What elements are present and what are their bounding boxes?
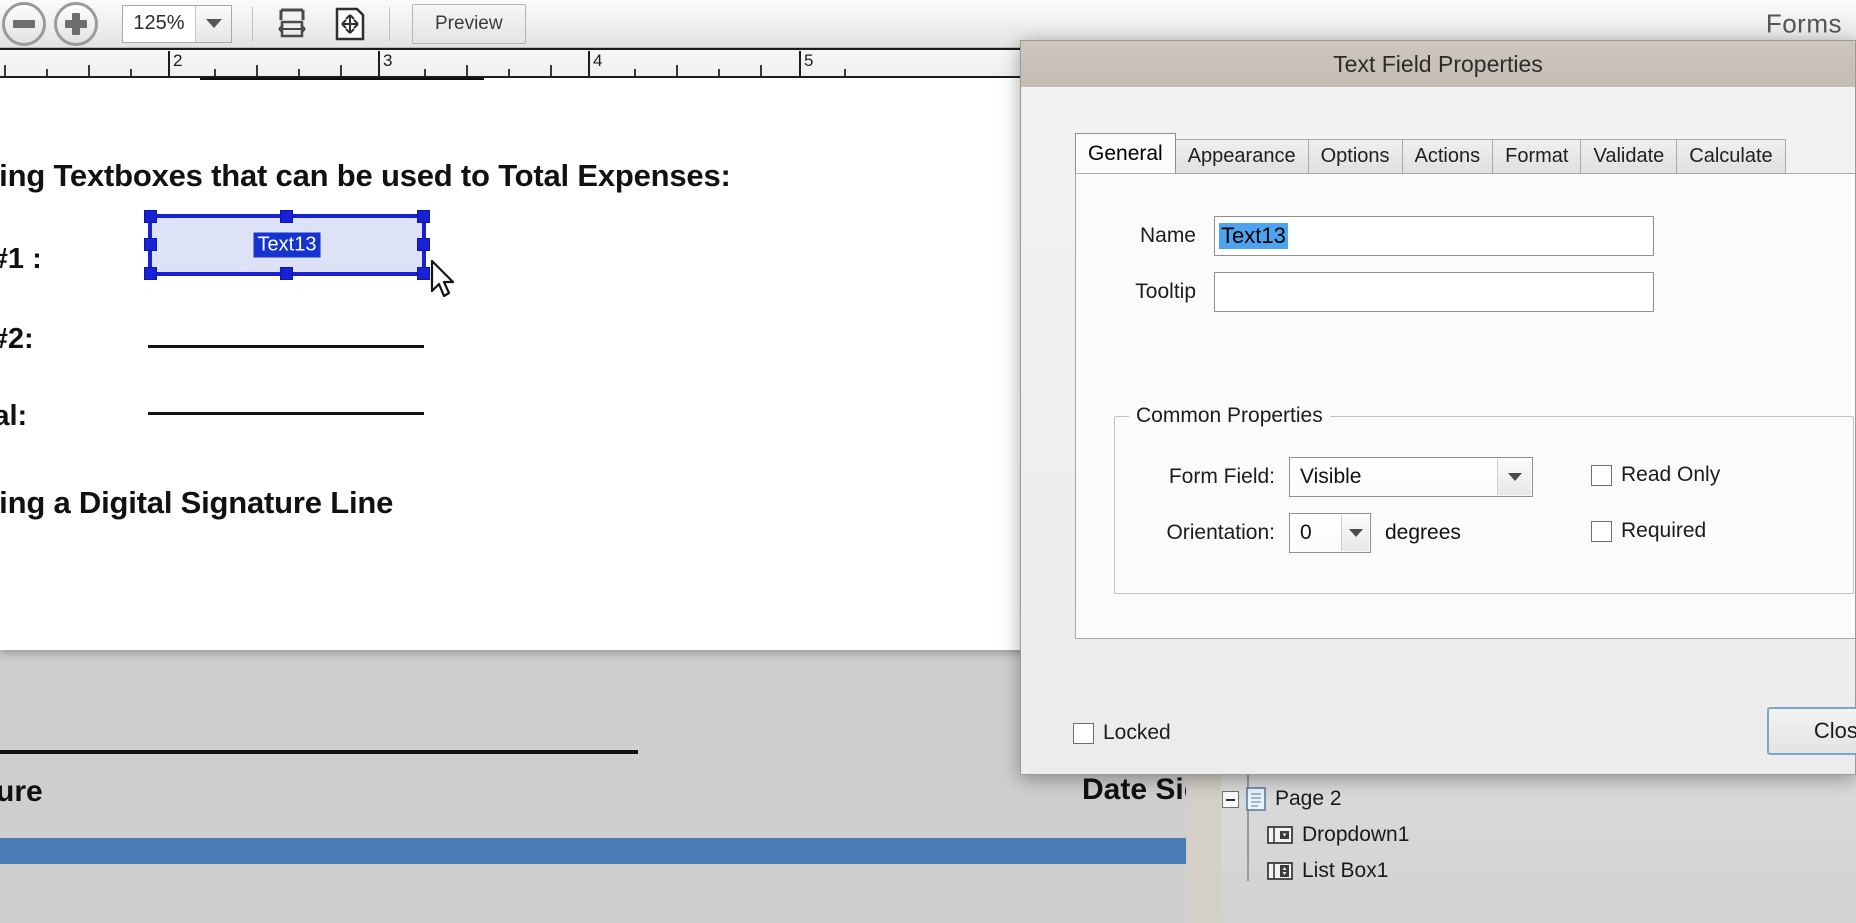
listbox-field-icon — [1266, 860, 1294, 882]
document-blank-line-total — [148, 412, 424, 415]
dialog-body: General Appearance Options Actions Forma… — [1021, 87, 1856, 774]
resize-handle-top-left[interactable] — [144, 210, 157, 223]
selected-text-field-name: Text13 — [253, 232, 321, 258]
tab-appearance[interactable]: Appearance — [1174, 139, 1309, 173]
required-checkbox-row[interactable]: Required — [1591, 519, 1706, 543]
tree-item-label: Dropdown1 — [1302, 823, 1410, 846]
tab-calculate[interactable]: Calculate — [1676, 139, 1786, 173]
required-checkbox[interactable] — [1591, 520, 1612, 542]
resize-handle-middle-right[interactable] — [417, 238, 430, 251]
read-only-checkbox[interactable] — [1591, 464, 1612, 486]
dialog-tabstrip: General Appearance Options Actions Forma… — [1075, 133, 1855, 173]
toolbar-divider-2 — [389, 6, 390, 41]
common-properties-title: Common Properties — [1129, 404, 1330, 428]
form-field-select[interactable]: Visible — [1289, 457, 1533, 497]
tab-format[interactable]: Format — [1492, 139, 1582, 173]
document-label-total: otal: — [0, 400, 28, 432]
resize-handle-bottom-right[interactable] — [417, 267, 430, 280]
tooltip-label: Tooltip — [1135, 280, 1196, 303]
fit-page-icon[interactable] — [331, 6, 369, 42]
read-only-checkbox-row[interactable]: Read Only — [1591, 463, 1720, 487]
chevron-down-icon — [205, 19, 222, 28]
tab-general[interactable]: General — [1075, 133, 1176, 173]
general-tab-panel: Name Text13 Tooltip Common Properties Fo… — [1075, 173, 1855, 639]
signature-line — [0, 750, 638, 754]
document-label-item-1: n #1 : — [0, 243, 42, 275]
ruler-number: 4 — [588, 51, 602, 77]
selected-text-field[interactable]: Text13 — [144, 210, 430, 280]
tooltip-input[interactable] — [1214, 272, 1654, 312]
tree-item-label: List Box1 — [1302, 859, 1389, 882]
ruler-number: 3 — [378, 51, 392, 77]
document-blank-line-2 — [148, 345, 424, 348]
application-window: 125% Preview Forms 2 3 4 5 ating Textbox… — [0, 0, 1856, 923]
toolbar-divider-1 — [252, 6, 253, 41]
resize-handle-bottom-center[interactable] — [280, 267, 293, 280]
tab-options[interactable]: Options — [1307, 139, 1403, 173]
locked-checkbox[interactable] — [1073, 722, 1094, 744]
preview-button[interactable]: Preview — [412, 3, 526, 44]
resize-handle-top-right[interactable] — [417, 210, 430, 223]
name-input-value: Text13 — [1219, 223, 1288, 249]
read-only-label: Read Only — [1621, 463, 1721, 486]
document-heading-expenses: ating Textboxes that can be used to Tota… — [0, 158, 731, 193]
zoom-dropdown-button[interactable] — [195, 5, 231, 42]
ruler-number: 2 — [168, 51, 182, 77]
dropdown-field-icon — [1266, 824, 1294, 846]
collapse-minus-icon[interactable] — [1222, 790, 1239, 808]
tree-item-listbox1[interactable]: List Box1 — [1186, 855, 1388, 887]
forms-mode-label: Forms — [1765, 8, 1842, 38]
text-field-properties-dialog[interactable]: Text Field Properties General Appearance… — [1020, 40, 1856, 775]
form-field-value: Visible — [1300, 465, 1362, 488]
tree-item-label: Page 2 — [1275, 787, 1342, 810]
name-label: Name — [1139, 224, 1196, 247]
tab-validate[interactable]: Validate — [1580, 139, 1678, 173]
close-button[interactable]: Close — [1767, 707, 1856, 755]
mouse-cursor-icon — [430, 259, 456, 300]
name-input[interactable]: Text13 — [1214, 216, 1654, 256]
tree-item-page-2[interactable]: Page 2 — [1186, 783, 1342, 815]
dialog-title: Text Field Properties — [1333, 50, 1543, 77]
required-label: Required — [1621, 519, 1707, 542]
common-properties-group: Common Properties Form Field: Visible Or… — [1114, 404, 1854, 594]
orientation-select[interactable]: 0 — [1289, 513, 1371, 553]
orientation-label: Orientation: — [1166, 521, 1275, 544]
zoom-level-value[interactable]: 125% — [123, 5, 195, 42]
page-icon — [1245, 786, 1267, 812]
horizontal-scrollbar[interactable] — [0, 838, 1186, 864]
document-label-item-2: n #2: — [0, 323, 34, 355]
resize-handle-middle-left[interactable] — [144, 238, 157, 251]
degrees-label: degrees — [1385, 521, 1461, 544]
locked-checkbox-row[interactable]: Locked — [1073, 721, 1171, 745]
signature-caption: ture — [0, 775, 43, 808]
dialog-titlebar[interactable]: Text Field Properties — [1021, 41, 1855, 87]
zoom-out-icon[interactable] — [2, 1, 46, 46]
locked-label: Locked — [1103, 721, 1171, 744]
ruler-number: 5 — [799, 51, 813, 77]
tree-item-dropdown1[interactable]: Dropdown1 — [1186, 819, 1409, 851]
chevron-down-icon — [1348, 529, 1363, 537]
tab-actions[interactable]: Actions — [1401, 139, 1494, 173]
form-field-dropdown-button[interactable] — [1497, 459, 1531, 495]
document-heading-signature: ating a Digital Signature Line — [0, 485, 394, 520]
resize-handle-bottom-left[interactable] — [144, 267, 157, 280]
orientation-value: 0 — [1300, 521, 1312, 544]
orientation-dropdown-button[interactable] — [1341, 515, 1369, 551]
zoom-in-icon[interactable] — [54, 1, 98, 46]
chevron-down-icon — [1507, 473, 1522, 481]
form-field-label: Form Field: — [1168, 465, 1275, 488]
fit-width-icon[interactable] — [273, 6, 311, 42]
zoom-level-combo[interactable]: 125% — [122, 4, 232, 43]
resize-handle-top-center[interactable] — [280, 210, 293, 223]
